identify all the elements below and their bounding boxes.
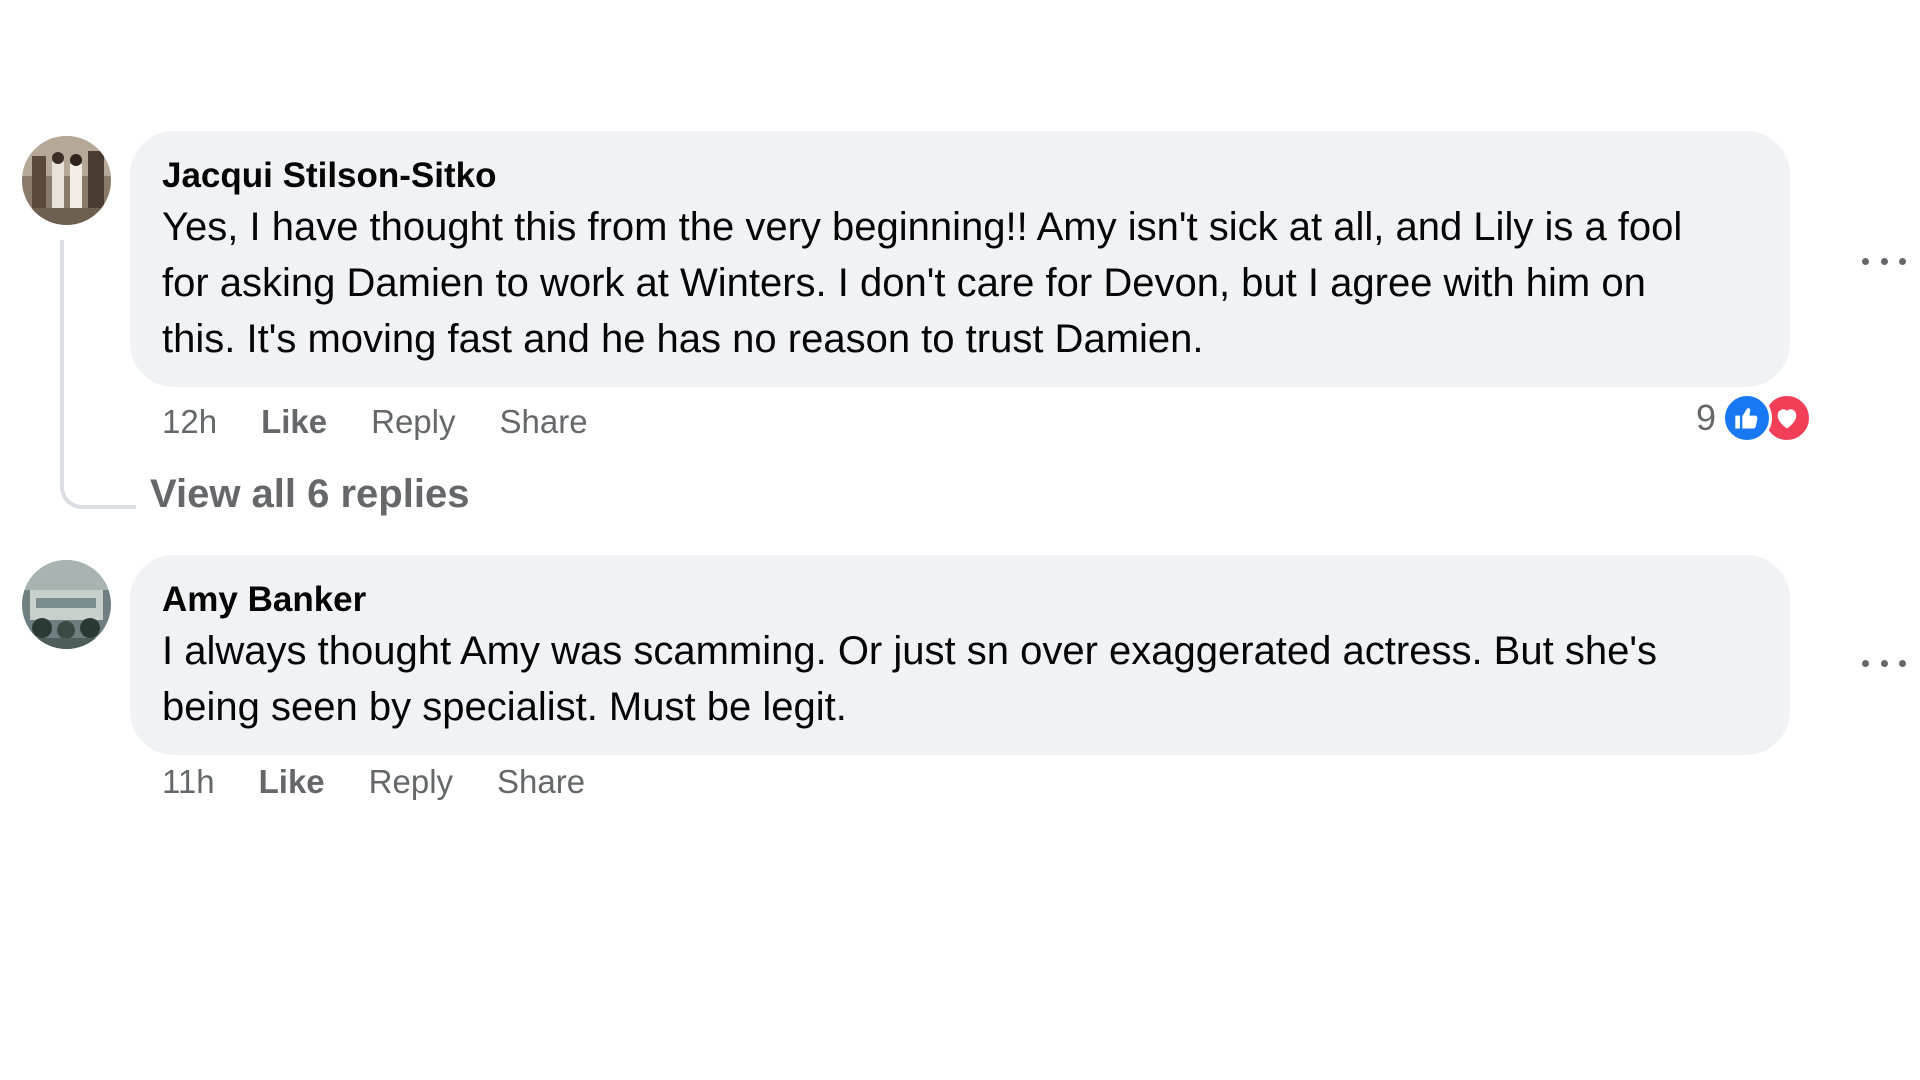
- comment-text-line: this. It's moving fast and he has no rea…: [162, 317, 1204, 361]
- comment-thread: Jacqui Stilson-Sitko Yes, I have thought…: [0, 0, 1920, 1080]
- avatar-photo: [22, 560, 111, 649]
- dot: [1899, 257, 1906, 265]
- dot: [1899, 659, 1906, 667]
- more-options-icon[interactable]: [1862, 251, 1906, 271]
- dot: [1880, 257, 1888, 265]
- reply-thread-line: [60, 240, 136, 509]
- share-button[interactable]: Share: [499, 403, 587, 441]
- dot: [1862, 659, 1869, 667]
- comment-text-line: for asking Damien to work at Winters. I …: [162, 261, 1646, 305]
- comment-text-line: I always thought Amy was scamming. Or ju…: [162, 629, 1657, 673]
- reply-button[interactable]: Reply: [369, 763, 453, 801]
- comment-bubble: Jacqui Stilson-Sitko Yes, I have thought…: [130, 131, 1790, 387]
- avatar[interactable]: [22, 560, 111, 649]
- comment-text-line: being seen by specialist. Must be legit.: [162, 685, 847, 729]
- comment-bubble: Amy Banker I always thought Amy was scam…: [130, 555, 1790, 755]
- more-options-icon[interactable]: [1862, 653, 1906, 673]
- reaction-count: 9: [1696, 397, 1717, 438]
- like-button[interactable]: Like: [261, 403, 327, 441]
- like-button[interactable]: Like: [259, 763, 325, 801]
- comment-text: Yes, I have thought this from the very b…: [162, 199, 1758, 367]
- reaction-summary[interactable]: 9: [1696, 393, 1813, 443]
- comment-text: I always thought Amy was scamming. Or ju…: [162, 623, 1758, 735]
- comment-author[interactable]: Jacqui Stilson-Sitko: [162, 155, 1758, 197]
- avatar-photo: [22, 136, 111, 225]
- share-button[interactable]: Share: [497, 763, 585, 801]
- comment-timestamp[interactable]: 11h: [162, 763, 215, 801]
- dot: [1862, 257, 1869, 265]
- comment-timestamp[interactable]: 12h: [162, 403, 217, 441]
- avatar[interactable]: [22, 136, 111, 225]
- comment-text-line: Yes, I have thought this from the very b…: [162, 205, 1683, 249]
- comment-author[interactable]: Amy Banker: [162, 579, 1758, 621]
- dot: [1880, 659, 1888, 667]
- view-replies-link[interactable]: View all 6 replies: [150, 472, 469, 517]
- like-icon: [1722, 393, 1773, 443]
- comment-actions: 12h Like Reply Share: [162, 403, 632, 441]
- comment-actions: 11h Like Reply Share: [162, 763, 629, 801]
- reply-button[interactable]: Reply: [371, 403, 455, 441]
